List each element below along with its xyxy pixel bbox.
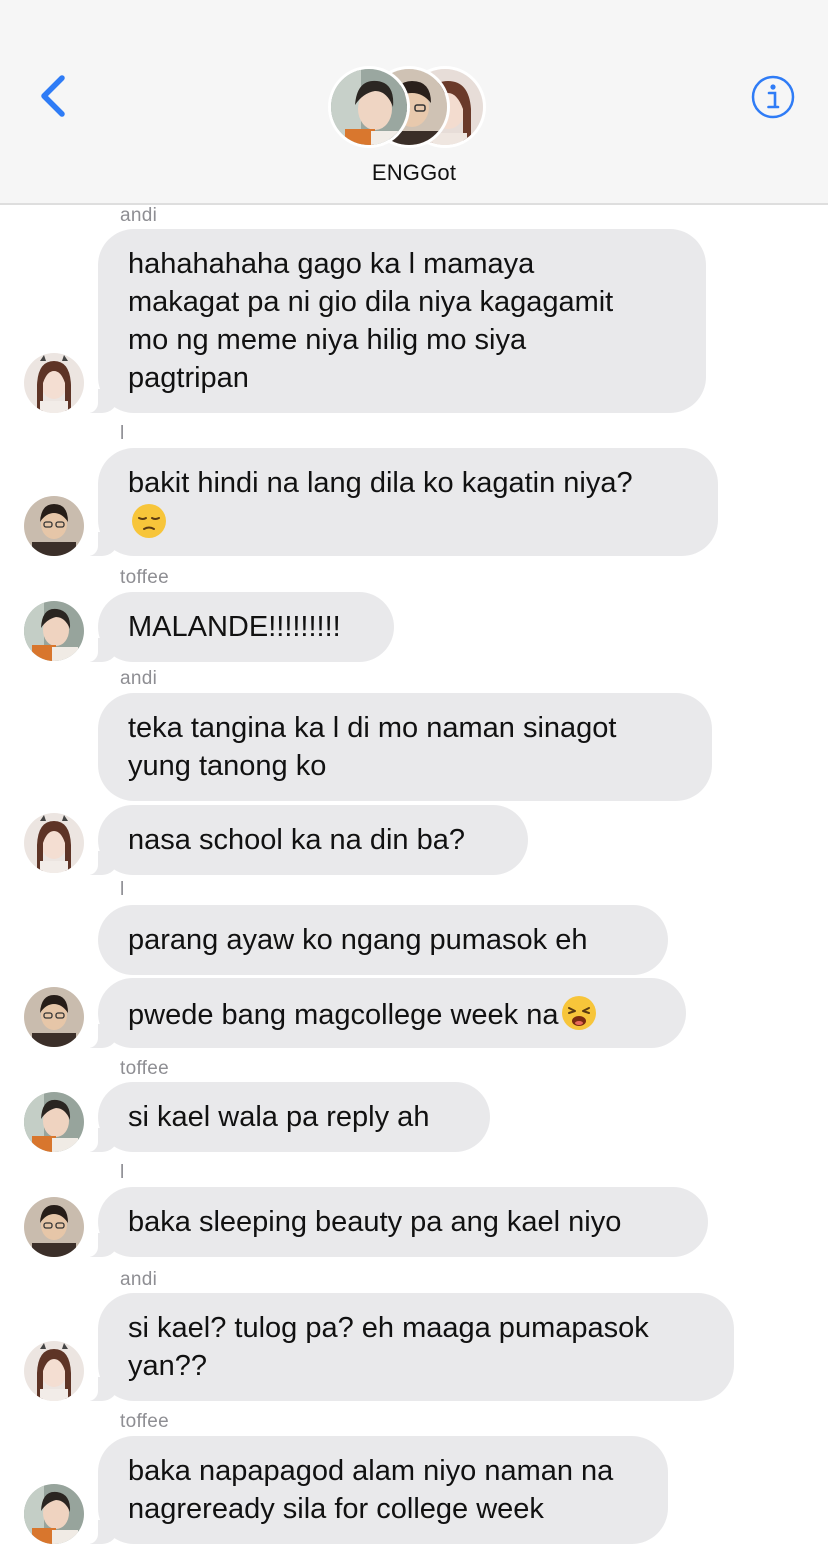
chevron-left-icon (41, 75, 65, 117)
message-thread[interactable]: andi hahahahaha gago ka l mamaya makagat… (0, 205, 828, 1545)
avatar-andi[interactable] (24, 353, 84, 413)
message-text: pwede bang magcollege week na (128, 999, 559, 1031)
message-text: yan?? (128, 1350, 208, 1382)
sender-label: l (120, 423, 125, 444)
avatar-toffee[interactable] (24, 1092, 84, 1152)
message-text: parang ayaw ko ngang pumasok eh (128, 924, 588, 956)
group-name[interactable]: ENGGot (0, 160, 828, 186)
avatar-andi[interactable] (24, 1341, 84, 1401)
sender-label: andi (120, 205, 158, 226)
message-text: nagreready sila for college week (128, 1493, 544, 1525)
message-bubble[interactable]: parang ayaw ko ngang pumasok eh (98, 905, 668, 975)
message-text: teka tangina ka l di mo naman sinagot (128, 712, 617, 744)
message-bubble[interactable]: teka tangina ka l di mo naman sinagot yu… (98, 693, 712, 801)
sender-label: toffee (120, 1058, 169, 1079)
message-text: pagtripan (128, 362, 249, 394)
weary-face-emoji (560, 994, 598, 1032)
message-bubble[interactable]: si kael wala pa reply ah (86, 1082, 490, 1152)
message-text: baka napapagod alam niyo naman na (128, 1455, 614, 1487)
sender-label: l (120, 1162, 125, 1183)
message-bubble[interactable]: MALANDE!!!!!!!!! (86, 592, 394, 662)
sender-label: toffee (120, 567, 169, 588)
avatar-toffee[interactable] (24, 1484, 84, 1544)
sender-label: l (120, 879, 125, 900)
message-bubble[interactable]: hahahahaha gago ka l mamaya makagat pa n… (86, 229, 706, 413)
avatar-l[interactable] (24, 987, 84, 1047)
message-text: nasa school ka na din ba? (128, 824, 465, 856)
message-text: makagat pa ni gio dila niya kagagamit (128, 286, 614, 318)
message-text: baka sleeping beauty pa ang kael niyo (128, 1206, 622, 1238)
avatar-toffee[interactable] (24, 601, 84, 661)
message-bubble[interactable]: baka sleeping beauty pa ang kael niyo (86, 1187, 708, 1257)
sender-label: toffee (120, 1411, 169, 1432)
back-button[interactable] (34, 72, 74, 122)
message-bubble[interactable]: si kael? tulog pa? eh maaga pumapasok ya… (86, 1293, 734, 1401)
message-text: si kael wala pa reply ah (128, 1101, 430, 1133)
info-button[interactable] (750, 74, 796, 120)
message-bubble[interactable]: pwede bang magcollege week na (86, 978, 686, 1048)
group-avatar-stack[interactable] (328, 66, 488, 150)
message-bubble[interactable]: bakit hindi na lang dila ko kagatin niya… (86, 448, 718, 556)
pensive-face-emoji (130, 502, 168, 540)
message-text: hahahahaha gago ka l mamaya (128, 248, 535, 280)
info-circle-icon (751, 75, 795, 119)
message-text: MALANDE!!!!!!!!! (128, 611, 341, 643)
sender-label: andi (120, 1269, 158, 1290)
avatar-andi[interactable] (24, 813, 84, 873)
conversation-header: ENGGot (0, 0, 828, 205)
message-text: bakit hindi na lang dila ko kagatin niya… (128, 467, 633, 499)
avatar-l[interactable] (24, 1197, 84, 1257)
avatar-l[interactable] (24, 496, 84, 556)
sender-label: andi (120, 668, 158, 689)
message-bubble[interactable]: nasa school ka na din ba? (86, 805, 528, 875)
group-avatar-toffee (328, 66, 410, 148)
message-text: si kael? tulog pa? eh maaga pumapasok (128, 1312, 649, 1344)
message-text: yung tanong ko (128, 750, 327, 782)
message-text: mo ng meme niya hilig mo siya (128, 324, 527, 356)
message-bubble[interactable]: baka napapagod alam niyo naman na nagrer… (86, 1436, 668, 1544)
